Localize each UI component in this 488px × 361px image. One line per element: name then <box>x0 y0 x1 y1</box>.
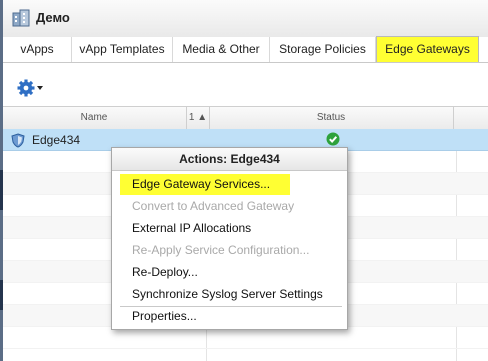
table-row <box>3 327 488 349</box>
column-header-name[interactable]: Name <box>3 107 185 129</box>
menu-item-edge-gateway-services[interactable]: Edge Gateway Services... <box>120 174 290 195</box>
tab-bar: vApps vApp Templates Media & Other Stora… <box>3 36 488 63</box>
column-header-status[interactable]: Status <box>209 107 454 129</box>
column-sort-indicator[interactable]: 1 ▲ <box>186 107 210 129</box>
title-bar: Демо <box>3 0 488 38</box>
datacenter-icon <box>12 9 30 27</box>
menu-item-sync-syslog[interactable]: Synchronize Syslog Server Settings <box>120 284 341 305</box>
tab-edge-gateways[interactable]: Edge Gateways <box>376 36 479 62</box>
tab-storage-policies[interactable]: Storage Policies <box>270 37 376 62</box>
toolbar <box>3 63 488 106</box>
menu-item-external-ip-allocations[interactable]: External IP Allocations <box>120 218 341 239</box>
grid-header: Name 1 ▲ Status <box>3 106 488 130</box>
tab-vapps[interactable]: vApps <box>3 37 72 62</box>
gear-icon[interactable] <box>17 78 45 98</box>
menu-item-convert-advanced-gateway: Convert to Advanced Gateway <box>132 199 295 213</box>
menu-item-redeploy[interactable]: Re-Deploy... <box>120 262 341 283</box>
shield-icon <box>11 133 25 148</box>
check-circle-icon <box>326 132 340 146</box>
menu-item-properties[interactable]: Properties... <box>120 306 341 327</box>
context-menu-title: Actions: Edge434 <box>112 148 347 171</box>
context-menu: Actions: Edge434 Edge Gateway Services..… <box>111 147 348 330</box>
tab-media-other[interactable]: Media & Other <box>173 37 270 62</box>
menu-item-reapply-service-config: Re-Apply Service Configuration... <box>132 243 310 257</box>
row-name: Edge434 <box>32 133 81 147</box>
tab-vapp-templates[interactable]: vApp Templates <box>72 37 173 62</box>
page-title: Демо <box>36 10 70 25</box>
